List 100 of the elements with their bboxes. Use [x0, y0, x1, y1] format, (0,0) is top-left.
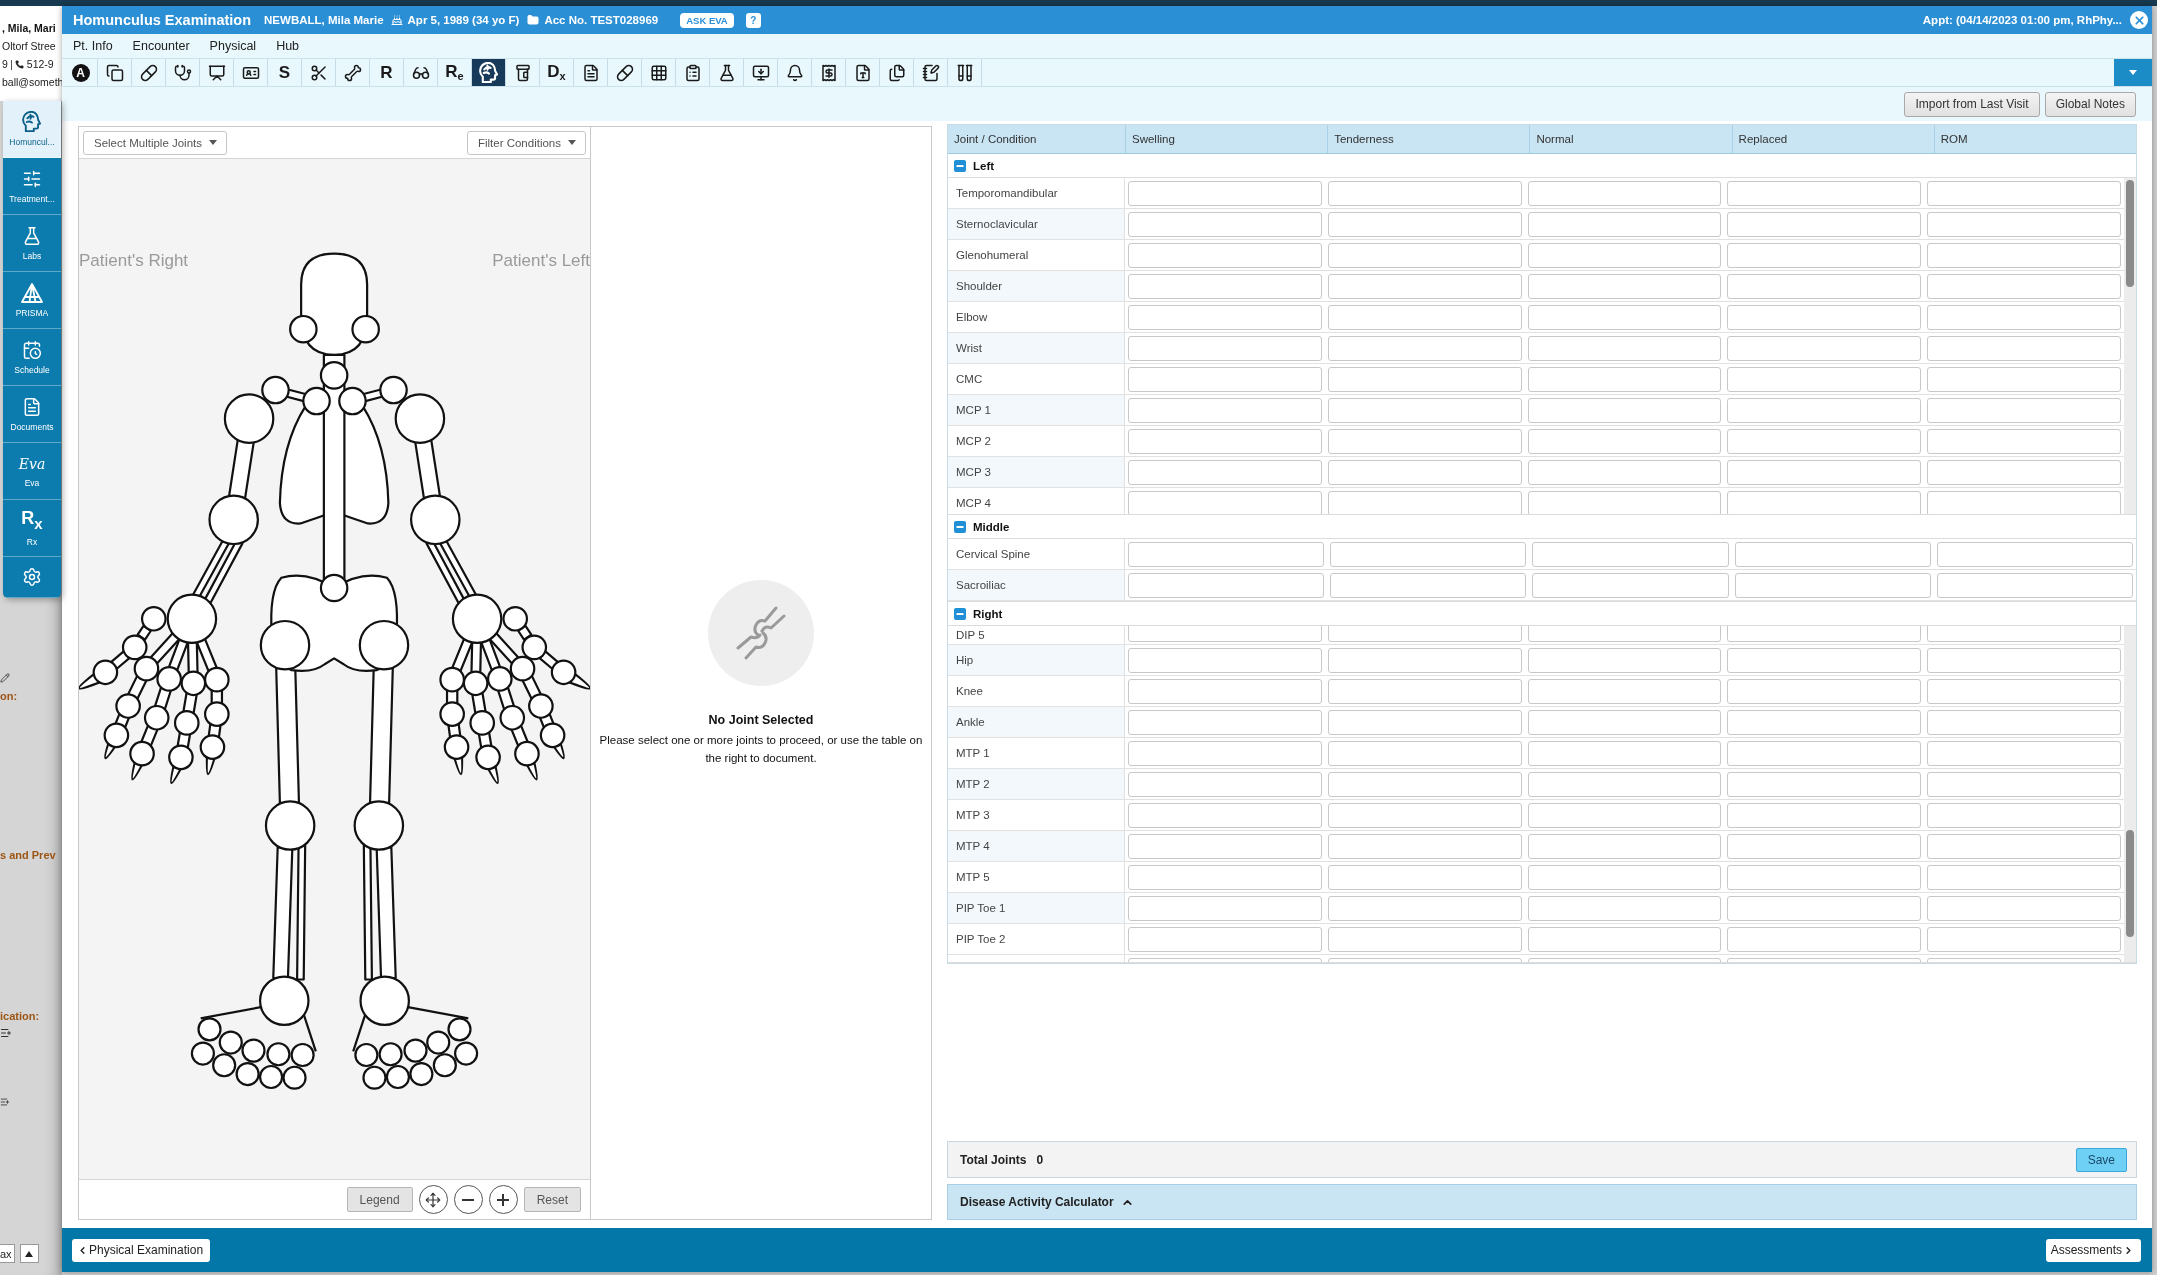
input-field[interactable] [1527, 397, 1722, 423]
joint-circle[interactable] [261, 375, 290, 405]
calculator-toggle[interactable]: Disease Activity Calculator [947, 1184, 2137, 1220]
input-field[interactable] [1532, 541, 1729, 567]
joint-circle[interactable] [439, 701, 465, 727]
input-field[interactable] [1327, 647, 1522, 673]
input-field[interactable] [1327, 273, 1522, 299]
input-field[interactable] [1527, 211, 1722, 237]
joint-circle[interactable] [443, 734, 470, 760]
joint-circle[interactable] [358, 619, 410, 671]
input-field[interactable] [1128, 833, 1322, 859]
sidebar-item[interactable]: PRISMA [3, 272, 61, 329]
input-field[interactable] [1532, 572, 1729, 598]
back-button[interactable]: Physical Examination [72, 1238, 211, 1262]
joint-circle[interactable] [235, 1061, 260, 1087]
input-field[interactable] [1128, 366, 1322, 392]
input-field[interactable] [1927, 895, 2121, 921]
input-field[interactable] [1927, 366, 2121, 392]
input-field[interactable] [1727, 335, 1922, 361]
input-field[interactable] [1727, 895, 1922, 921]
input-field[interactable] [1927, 926, 2121, 952]
joint-circle[interactable] [550, 659, 577, 686]
joint-circle[interactable] [362, 1065, 387, 1090]
toolbar-dropdown-button[interactable] [2114, 59, 2152, 86]
joint-circle[interactable] [190, 1041, 215, 1066]
input-field[interactable] [1128, 864, 1322, 890]
list-add-icon[interactable] [0, 1027, 12, 1039]
input-field[interactable] [1327, 926, 1522, 952]
menu-item[interactable]: Physical [209, 39, 257, 53]
input-field[interactable] [1128, 242, 1322, 268]
input-field[interactable] [1927, 771, 2121, 797]
input-field[interactable] [1128, 397, 1322, 423]
input-field[interactable] [1527, 180, 1722, 206]
joint-circle[interactable] [204, 666, 230, 693]
toolbar-button[interactable] [472, 59, 506, 86]
sidebar-item[interactable]: R$_{x}$ Rx [3, 500, 61, 557]
input-field[interactable] [1527, 428, 1722, 454]
input-field[interactable] [1327, 397, 1522, 423]
input-field[interactable] [1727, 428, 1922, 454]
input-field[interactable] [1727, 180, 1922, 206]
input-field[interactable] [1327, 678, 1522, 704]
joint-circle[interactable] [223, 393, 275, 444]
joint-circle[interactable] [521, 634, 548, 661]
joint-circle[interactable] [426, 1030, 451, 1055]
import-button[interactable]: Import from Last Visit [1904, 91, 2040, 117]
input-field[interactable] [1128, 740, 1322, 766]
joint-circle[interactable] [140, 605, 167, 632]
input-field[interactable] [1128, 335, 1322, 361]
joint-circle[interactable] [432, 1053, 457, 1078]
joint-circle[interactable] [338, 386, 367, 416]
input-field[interactable] [1128, 678, 1322, 704]
input-field[interactable] [1327, 428, 1522, 454]
scrollbar[interactable] [2124, 178, 2136, 514]
joint-circle[interactable] [121, 634, 148, 661]
scroll-up-button[interactable] [19, 1244, 39, 1263]
input-field[interactable] [1128, 926, 1322, 952]
joint-circle[interactable] [282, 1065, 307, 1090]
joint-circle[interactable] [499, 704, 526, 731]
joint-circle[interactable] [539, 722, 566, 749]
input-field[interactable] [1327, 833, 1522, 859]
input-field[interactable] [1927, 397, 2121, 423]
input-field[interactable] [1327, 180, 1522, 206]
input-field[interactable] [1128, 771, 1322, 797]
joint-circle[interactable] [180, 670, 207, 697]
input-field[interactable] [1527, 864, 1722, 890]
joint-circle[interactable] [129, 740, 155, 767]
input-field[interactable] [1330, 541, 1527, 567]
input-field[interactable] [1128, 304, 1322, 330]
reset-button[interactable]: Reset [523, 1187, 581, 1212]
joint-circle[interactable] [204, 701, 230, 727]
input-field[interactable] [1927, 459, 2121, 485]
joint-circle[interactable] [353, 800, 405, 851]
joint-circle[interactable] [528, 693, 554, 719]
input-field[interactable] [1527, 273, 1722, 299]
input-field[interactable] [1327, 895, 1522, 921]
sidebar-item[interactable]: Treatment... [3, 158, 61, 215]
input-field[interactable] [1128, 180, 1322, 206]
joint-circle[interactable] [264, 800, 316, 851]
joint-circle[interactable] [451, 593, 503, 645]
input-field[interactable] [1527, 895, 1722, 921]
input-field[interactable] [1128, 459, 1322, 485]
input-field[interactable] [1927, 802, 2121, 828]
input-field[interactable] [1327, 740, 1522, 766]
joint-circle[interactable] [378, 1042, 403, 1067]
joint-circle[interactable] [462, 670, 489, 697]
joint-circle[interactable] [259, 975, 310, 1027]
input-field[interactable] [1734, 572, 1931, 598]
joint-circle[interactable] [359, 975, 410, 1027]
joint-circle[interactable] [259, 619, 311, 671]
collapse-icon[interactable] [954, 159, 966, 172]
input-field[interactable] [1527, 647, 1722, 673]
input-field[interactable] [1927, 335, 2121, 361]
input-field[interactable] [1734, 541, 1931, 567]
joint-circle[interactable] [133, 655, 160, 682]
filter-dropdown[interactable]: Filter Conditions [466, 130, 586, 155]
input-field[interactable] [1927, 304, 2121, 330]
joint-circle[interactable] [514, 740, 540, 767]
input-field[interactable] [1727, 802, 1922, 828]
input-field[interactable] [1330, 572, 1527, 598]
joint-circle[interactable] [218, 1030, 243, 1055]
